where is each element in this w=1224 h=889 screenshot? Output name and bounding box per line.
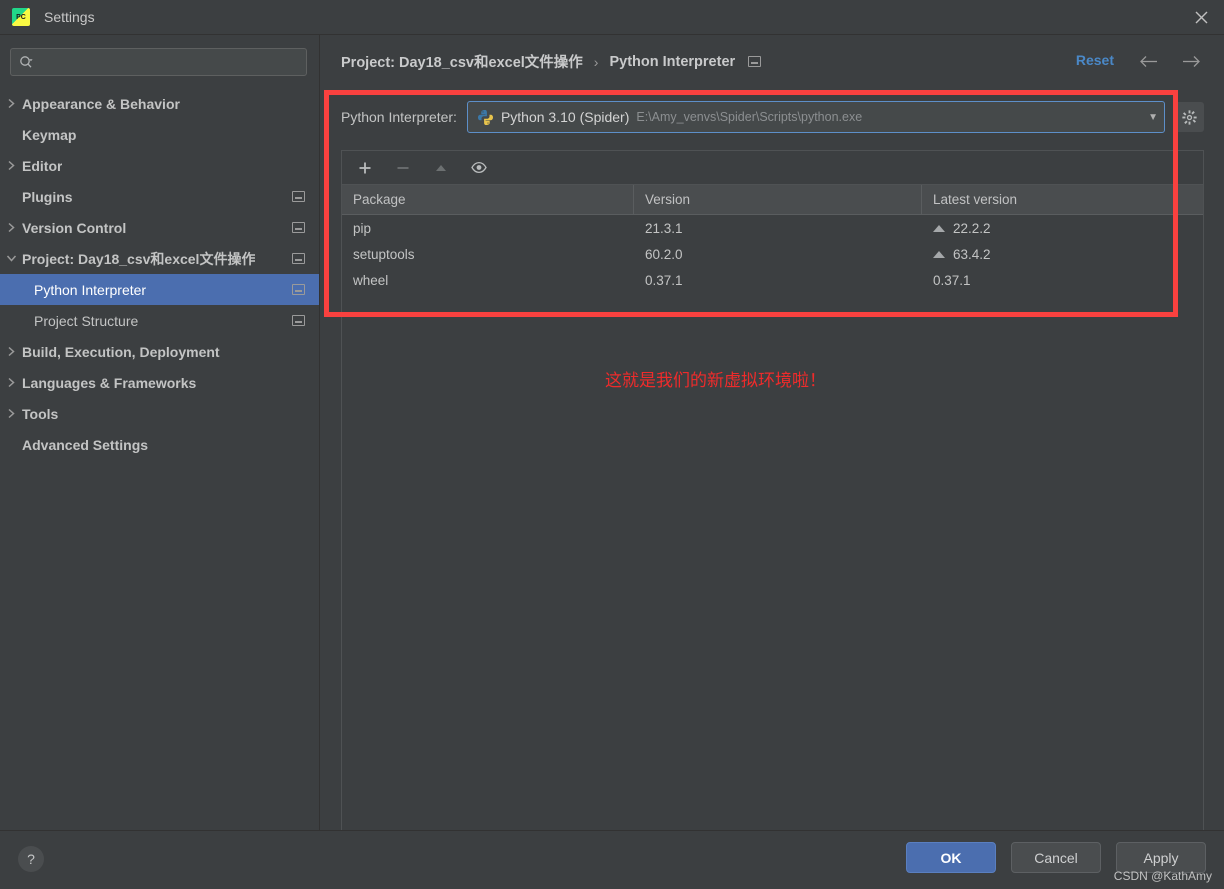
cell-latest-version-text: 0.37.1 [933, 272, 971, 288]
cell-version: 60.2.0 [645, 246, 683, 262]
column-header-version[interactable]: Version [634, 185, 922, 214]
chevron-right-icon[interactable] [0, 408, 22, 419]
search-input[interactable] [38, 54, 298, 70]
interpreter-path: E:\Amy_venvs\Spider\Scripts\python.exe [636, 110, 863, 124]
watermark: CSDN @KathAmy [1113, 869, 1212, 883]
project-scope-icon [292, 191, 305, 202]
breadcrumb-separator: › [593, 53, 599, 70]
project-scope-icon [292, 253, 305, 264]
sidebar-item-label: Build, Execution, Deployment [22, 343, 220, 360]
sidebar-item-advanced-settings[interactable]: Advanced Settings [0, 429, 319, 460]
project-scope-icon [292, 284, 305, 295]
sidebar-item-project-structure[interactable]: Project Structure [0, 305, 319, 336]
table-row[interactable]: wheel 0.37.1 0.37.1 [342, 267, 1203, 293]
arrow-left-icon[interactable] [1138, 50, 1160, 72]
interpreter-row: Python Interpreter: Python 3.10 (Spider)… [341, 99, 1204, 135]
sidebar-item-keymap[interactable]: Keymap [0, 119, 319, 150]
breadcrumb-page: Python Interpreter [609, 53, 736, 70]
project-scope-icon [292, 315, 305, 326]
chevron-right-icon[interactable] [0, 346, 22, 357]
cell-latest-version: 63.4.2 [922, 241, 1203, 267]
upgrade-arrow-icon [430, 157, 452, 179]
sidebar-item-project-day18-csv-excel[interactable]: Project: Day18_csv和excel文件操作 [0, 243, 319, 274]
sidebar-item-plugins[interactable]: Plugins [0, 181, 319, 212]
sidebar-item-label: Appearance & Behavior [22, 95, 180, 112]
chevron-right-icon[interactable] [0, 222, 22, 233]
reset-link[interactable]: Reset [1076, 52, 1114, 68]
cell-package: pip [353, 220, 372, 236]
cell-package: setuptools [353, 246, 415, 262]
search-icon [19, 55, 34, 69]
window-title: Settings [44, 9, 95, 25]
chevron-down-icon[interactable]: ▼ [1140, 112, 1158, 123]
sidebar-item-label: Project: Day18_csv和excel文件操作 [22, 250, 256, 267]
sidebar-item-python-interpreter[interactable]: Python Interpreter [0, 274, 319, 305]
chevron-right-icon[interactable] [0, 160, 22, 171]
chevron-down-icon[interactable] [0, 254, 22, 263]
help-icon[interactable]: ? [18, 846, 44, 872]
sidebar-item-build-execution-deployment[interactable]: Build, Execution, Deployment [0, 336, 319, 367]
cell-version: 21.3.1 [645, 220, 683, 236]
cell-latest-version-text: 22.2.2 [953, 220, 991, 236]
packages-toolbar [342, 151, 1203, 185]
cancel-button[interactable]: Cancel [1011, 842, 1101, 873]
sidebar-item-label: Editor [22, 157, 63, 174]
sidebar-item-editor[interactable]: Editor [0, 150, 319, 181]
sidebar-item-label: Keymap [22, 126, 77, 143]
breadcrumb-project[interactable]: Project: Day18_csv和excel文件操作 [341, 51, 583, 72]
sidebar: Appearance & Behavior Keymap Editor Plugins… [0, 35, 320, 830]
cell-package: wheel [353, 272, 389, 288]
interpreter-label: Python Interpreter: [341, 109, 457, 125]
breadcrumb: Project: Day18_csv和excel文件操作 › Python In… [341, 51, 762, 72]
chevron-right-icon[interactable] [0, 98, 22, 109]
close-icon[interactable] [1178, 0, 1224, 34]
sidebar-item-languages-frameworks[interactable]: Languages & Frameworks [0, 367, 319, 398]
sidebar-item-label: Version Control [22, 219, 127, 236]
arrow-right-icon[interactable] [1180, 50, 1202, 72]
sidebar-item-appearance-behavior[interactable]: Appearance & Behavior [0, 88, 319, 119]
sidebar-item-tools[interactable]: Tools [0, 398, 319, 429]
sidebar-item-label: Tools [22, 405, 59, 422]
cell-latest-version: 0.37.1 [922, 267, 1203, 293]
chevron-right-icon[interactable] [0, 377, 22, 388]
cell-latest-version: 22.2.2 [922, 215, 1203, 241]
sidebar-item-label: Plugins [22, 188, 73, 205]
ok-button[interactable]: OK [906, 842, 996, 873]
interpreter-name: Python 3.10 (Spider) [500, 109, 630, 125]
gear-icon[interactable] [1174, 102, 1204, 132]
sidebar-item-label: Project Structure [34, 312, 139, 329]
project-scope-icon [748, 56, 762, 67]
table-row[interactable]: pip 21.3.1 22.2.2 [342, 215, 1203, 241]
column-header-package[interactable]: Package [342, 185, 634, 214]
upgrade-available-icon [933, 224, 945, 232]
upgrade-available-icon [933, 250, 945, 258]
settings-dialog: Settings Appearance & Behavior Keymap Edit… [0, 0, 1224, 889]
annotation-text: 这就是我们的新虚拟环境啦！ [605, 371, 826, 391]
settings-search[interactable] [10, 48, 307, 76]
project-scope-icon [292, 222, 305, 233]
packages-table-header: Package Version Latest version [342, 185, 1203, 215]
footer: ? OK Cancel Apply [0, 830, 1224, 889]
packages-panel: Package Version Latest version pip 21.3.1… [341, 150, 1204, 843]
plus-icon[interactable] [354, 157, 376, 179]
sidebar-item-label: Python Interpreter [34, 281, 147, 298]
title-bar: Settings [0, 0, 1224, 35]
table-row[interactable]: setuptools 60.2.0 63.4.2 [342, 241, 1203, 267]
sidebar-item-version-control[interactable]: Version Control [0, 212, 319, 243]
cell-version: 0.37.1 [645, 272, 683, 288]
column-header-latest-version[interactable]: Latest version [922, 185, 1203, 214]
interpreter-dropdown[interactable]: Python 3.10 (Spider) E:\Amy_venvs\Spider… [466, 101, 1165, 133]
settings-tree: Appearance & Behavior Keymap Editor Plugins… [0, 88, 319, 460]
eye-icon[interactable] [468, 157, 490, 179]
pycharm-logo-icon [12, 8, 30, 26]
minus-icon [392, 157, 414, 179]
sidebar-item-label: Languages & Frameworks [22, 374, 197, 391]
python-icon [477, 109, 494, 126]
sidebar-item-label: Advanced Settings [22, 436, 149, 453]
packages-table-body: pip 21.3.1 22.2.2 setuptools 60.2.0 63.4.2 whe… [342, 215, 1203, 293]
cell-latest-version-text: 63.4.2 [953, 246, 991, 262]
content-panel: Project: Day18_csv和excel文件操作 › Python In… [321, 35, 1224, 843]
